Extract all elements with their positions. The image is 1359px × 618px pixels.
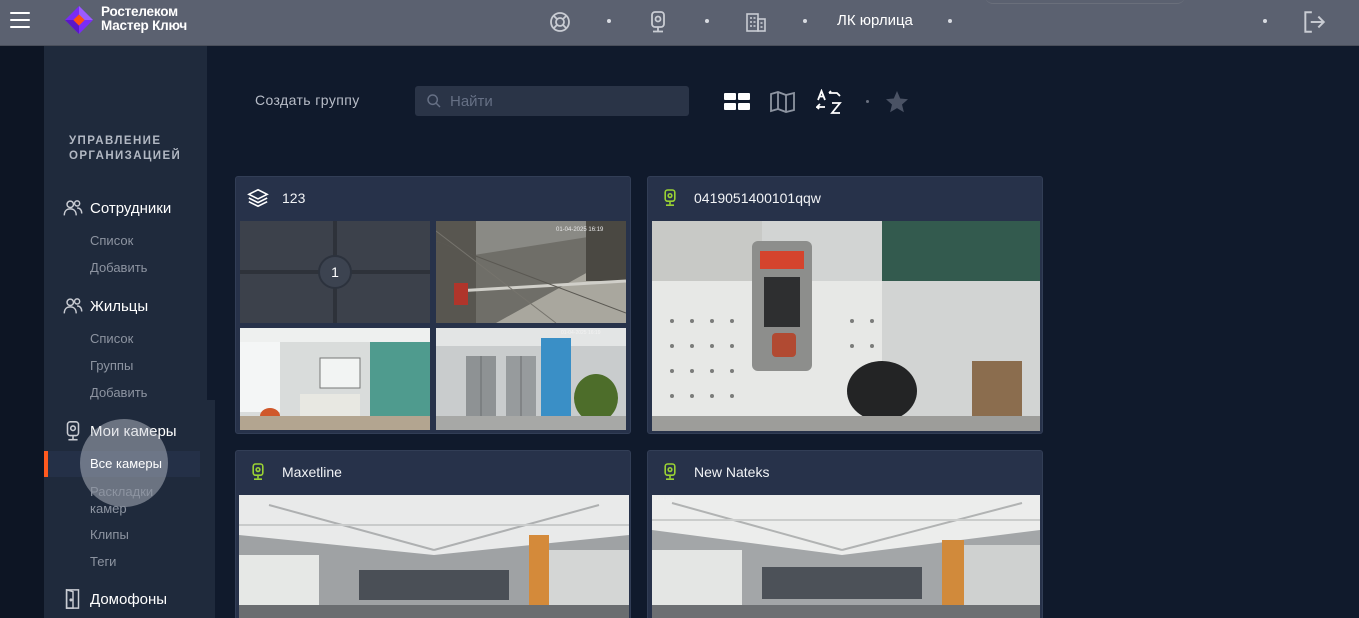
logout-icon[interactable] — [1301, 9, 1327, 35]
card-header[interactable]: New Nateks — [648, 451, 1042, 493]
sidebar-item-tags[interactable]: Теги — [90, 554, 116, 569]
separator-dot — [803, 19, 807, 23]
door-icon — [62, 588, 84, 610]
sidebar-group-residents[interactable]: Жильцы — [62, 295, 148, 317]
separator-dot — [866, 100, 869, 103]
create-group-button[interactable]: Создать группу — [255, 92, 360, 108]
brand-name-line2: Мастер Ключ — [101, 18, 188, 33]
menu-icon[interactable] — [10, 12, 30, 30]
sidebar-group-intercoms[interactable]: Домофоны — [62, 588, 167, 610]
sidebar-section-title: УПРАВЛЕНИЕ ОРГАНИЗАЦИЕЙ — [69, 135, 182, 162]
building-icon[interactable] — [744, 10, 768, 34]
sidebar-group-label: Сотрудники — [90, 199, 172, 217]
sidebar-item-residents-list[interactable]: Список — [90, 331, 133, 346]
grid-view-icon[interactable] — [724, 89, 750, 115]
sidebar-group-label: Домофоны — [90, 590, 168, 608]
support-icon[interactable] — [548, 10, 572, 34]
separator-dot — [705, 19, 709, 23]
sidebar-item-employees-list[interactable]: Список — [90, 233, 133, 248]
sidebar-group-employees[interactable]: Сотрудники — [62, 197, 171, 219]
svg-text:01-04-2025 16:19: 01-04-2025 16:19 — [556, 227, 604, 233]
camera-card[interactable]: 0419051400101qqw — [647, 176, 1043, 434]
card-title: 0419051400101qqw — [694, 190, 821, 206]
sidebar-item-clips[interactable]: Клипы — [90, 527, 129, 542]
sidebar-item-residents-add[interactable]: Добавить — [90, 385, 147, 400]
sidebar-item-all-cameras[interactable]: Все камеры — [90, 456, 162, 471]
search-icon — [427, 94, 441, 108]
camera-icon — [62, 420, 84, 442]
users-icon — [62, 295, 84, 317]
sidebar-scrollbar[interactable] — [207, 400, 215, 618]
camera-preview[interactable] — [240, 328, 430, 430]
camera-card[interactable]: New Nateks 01-04-2025 — [647, 450, 1043, 618]
camera-card[interactable]: Maxetline — [235, 450, 631, 618]
separator-dot — [1263, 19, 1267, 23]
camera-group-card[interactable]: 123 1 01-04-2025 16:19 01-04-2025 16:19 — [235, 176, 631, 434]
brand-logo[interactable]: Ростелеком Мастер Ключ — [64, 3, 194, 39]
camera-preview[interactable] — [652, 221, 1040, 431]
card-title: Maxetline — [282, 464, 342, 480]
users-icon — [62, 197, 84, 219]
sidebar-gutter — [0, 46, 44, 618]
camera-icon — [659, 187, 681, 209]
sidebar-item-residents-groups[interactable]: Группы — [90, 358, 133, 373]
group-layout-preview[interactable]: 1 — [240, 221, 430, 323]
favorite-star-icon[interactable] — [884, 89, 910, 115]
card-header[interactable]: 123 — [236, 177, 630, 219]
brand-logo-icon — [65, 6, 93, 34]
camera-icon — [247, 461, 269, 483]
camera-preview[interactable]: 01-04-2025 16:19 — [436, 221, 626, 323]
layers-icon — [247, 187, 269, 209]
card-title: 123 — [282, 190, 306, 206]
search-input[interactable] — [450, 90, 680, 112]
camera-preview[interactable] — [239, 495, 629, 618]
sidebar-item-employees-add[interactable]: Добавить — [90, 260, 147, 275]
layout-count-badge: 1 — [318, 255, 352, 289]
camera-preview[interactable]: 01-04-2025 — [652, 495, 1040, 618]
svg-text:01-04-2025: 01-04-2025 — [654, 496, 675, 501]
search-box — [415, 86, 689, 116]
sidebar-item-camera-layouts[interactable]: Раскладки камер — [90, 483, 180, 517]
camera-icon — [659, 461, 681, 483]
camera-icon[interactable] — [646, 10, 670, 34]
card-header[interactable]: Maxetline — [236, 451, 630, 493]
active-item-indicator — [44, 451, 48, 477]
separator-dot — [607, 19, 611, 23]
sort-az-icon[interactable] — [816, 89, 842, 115]
card-title: New Nateks — [694, 464, 770, 480]
svg-text:01-04-2025 16:19: 01-04-2025 16:19 — [561, 330, 601, 336]
separator-dot — [948, 19, 952, 23]
camera-preview[interactable]: 01-04-2025 16:19 — [436, 328, 626, 430]
map-view-icon[interactable] — [770, 89, 796, 115]
brand-name-line1: Ростелеком — [101, 4, 178, 19]
card-header[interactable]: 0419051400101qqw — [648, 177, 1042, 219]
organization-name[interactable]: ЛК юрлица — [837, 12, 913, 29]
top-bar: Ростелеком Мастер Ключ ЛК юрлица — [0, 0, 1359, 46]
top-decoration — [985, 0, 1185, 4]
sidebar-group-label: Жильцы — [90, 297, 149, 315]
